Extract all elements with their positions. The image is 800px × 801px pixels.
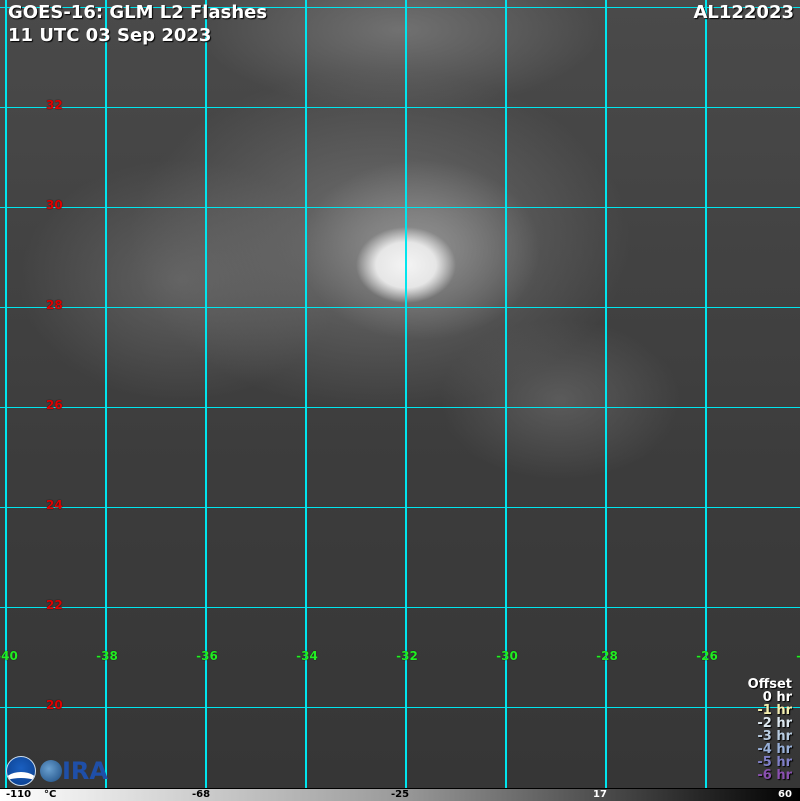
temperature-colorbar: -110 °C -68 -25 17 60 [0,788,800,801]
colorbar-label: 17 [593,789,607,800]
longitude-label: -24 [796,649,800,663]
storm-id: AL122023 [693,2,794,23]
latitude-line [0,607,800,608]
offset-legend: Offset 0 hr -1 hr -2 hr -3 hr -4 hr -5 hr -6 h… [748,678,792,782]
legend-item: -6 hr [757,768,792,783]
latitude-line [0,407,800,408]
latitude-line [0,307,800,308]
longitude-line [705,0,707,788]
latitude-label: 22 [46,598,63,612]
noaa-logo [6,756,36,786]
longitude-line [5,0,7,788]
latitude-label: 28 [46,298,63,312]
colorbar-label: -25 [391,789,410,800]
longitude-label: -36 [196,649,218,663]
latitude-label: 32 [46,98,63,112]
longitude-label: -40 [0,649,18,663]
colorbar-label: -68 [192,789,211,800]
longitude-label: -32 [396,649,418,663]
timestamp: 11 UTC 03 Sep 2023 [8,25,212,46]
cira-logo: IRA [40,757,108,785]
latitude-line [0,207,800,208]
longitude-label: -26 [696,649,718,663]
longitude-line [105,0,107,788]
product-title: GOES-16: GLM L2 Flashes [8,2,268,23]
longitude-label: -38 [96,649,118,663]
colorbar-unit: °C [44,789,57,800]
latitude-label: 30 [46,198,63,212]
longitude-line [205,0,207,788]
longitude-line [505,0,507,788]
longitude-label: -34 [296,649,318,663]
colorbar-label: -110 [6,789,32,800]
satellite-image [0,0,800,788]
latitude-label: 24 [46,498,63,512]
latitude-line [0,707,800,708]
logos: IRA [6,756,108,786]
longitude-label: -28 [596,649,618,663]
latitude-label: 20 [46,698,63,712]
longitude-line [405,0,407,788]
longitude-line [305,0,307,788]
longitude-label: -30 [496,649,518,663]
latitude-label: 26 [46,398,63,412]
latitude-line [0,507,800,508]
latitude-line [0,107,800,108]
longitude-line [605,0,607,788]
colorbar-label: 60 [778,789,792,800]
